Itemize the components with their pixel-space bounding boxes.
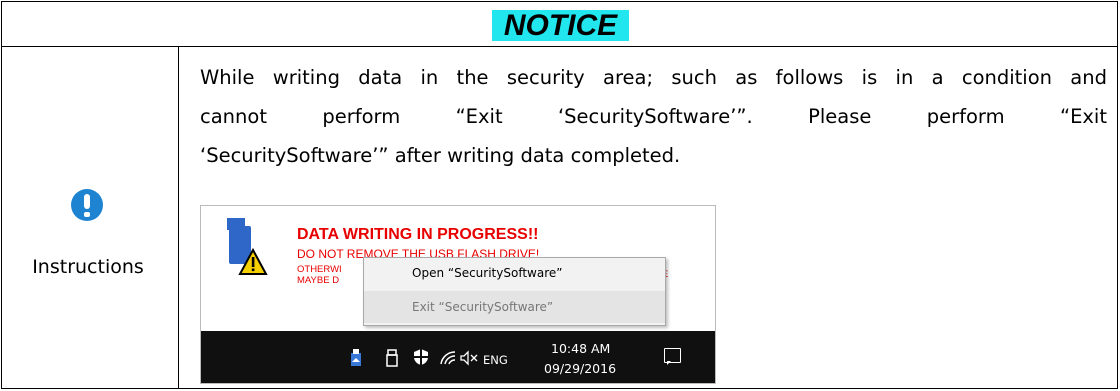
- warning-icon: [238, 248, 268, 275]
- usb-eject-icon[interactable]: [349, 349, 363, 367]
- clock-date[interactable]: 09/29/2016: [544, 361, 616, 376]
- banner-title: DATA WRITING IN PROGRESS!!: [297, 226, 539, 243]
- usb-drive-icon[interactable]: [385, 349, 399, 367]
- notice-body-text: While writing data in the security area;…: [200, 58, 1107, 175]
- instructions-label: Instructions: [32, 256, 144, 278]
- body-line-1: While writing data in the security area;…: [200, 66, 1107, 89]
- body-line-2: cannot perform “Exit ‘SecuritySoftware’”…: [200, 105, 1107, 128]
- taskbar: ENG 10:48 AM 09/29/2016: [201, 331, 715, 383]
- menu-item-exit-securitysoftware[interactable]: Exit “SecuritySoftware”: [364, 291, 665, 323]
- volume-muted-icon[interactable]: [459, 350, 479, 366]
- notice-title: NOTICE: [492, 9, 629, 42]
- menu-item-open-securitysoftware[interactable]: Open “SecuritySoftware”: [364, 258, 665, 288]
- exclamation-icon: [71, 189, 103, 221]
- banner-line-3: MAYBE D: [297, 275, 340, 286]
- body-line-3: ‘SecuritySoftware’” after writing data c…: [200, 144, 681, 167]
- clock-time[interactable]: 10:48 AM: [551, 341, 610, 356]
- banner-line-2: OTHERWI: [297, 264, 342, 275]
- language-indicator[interactable]: ENG: [483, 353, 508, 367]
- defender-shield-icon[interactable]: [413, 348, 429, 366]
- notice-header-row: NOTICE: [2, 2, 1117, 47]
- notification-icon[interactable]: [664, 348, 681, 365]
- wifi-icon[interactable]: [439, 350, 457, 366]
- context-menu: Open “SecuritySoftware” Exit “SecuritySo…: [363, 257, 666, 326]
- embedded-screenshot: DATA WRITING IN PROGRESS!! DO NOT REMOVE…: [200, 205, 716, 384]
